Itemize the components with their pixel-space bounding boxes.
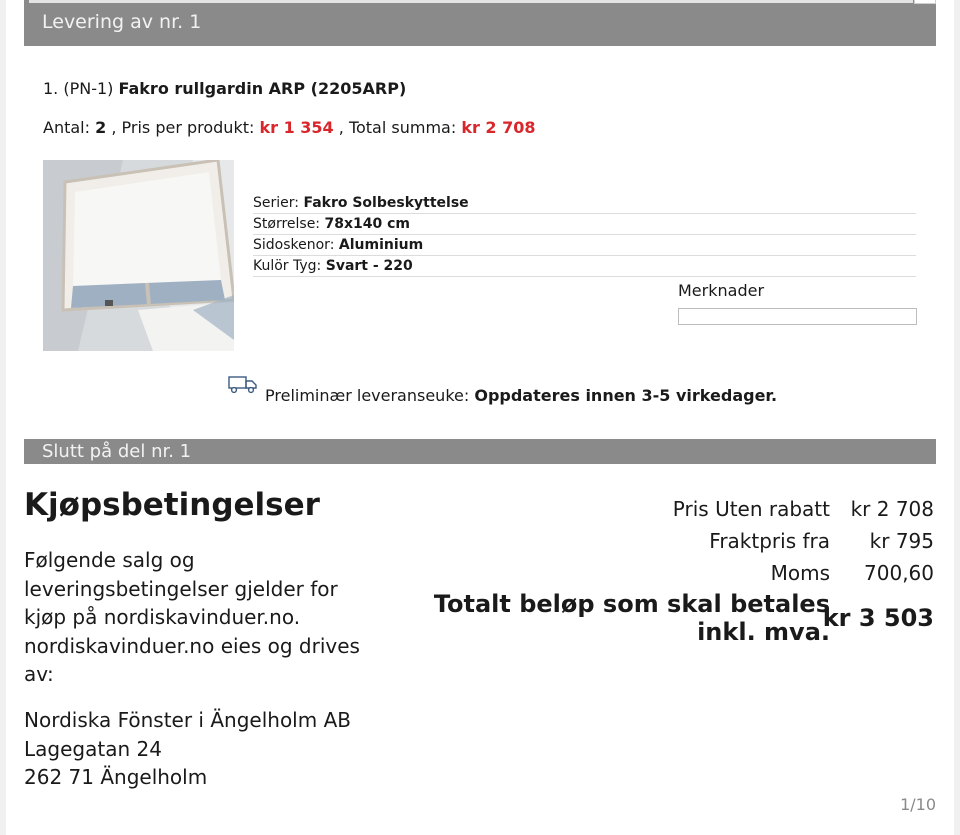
delivery-header-label: Levering av nr. 1 (42, 11, 202, 33)
grand-total-label: Totalt beløp som skal betales inkl. mva. (433, 590, 830, 646)
spec-label: Størrelse: (253, 216, 321, 232)
product-price-line: Antal: 2 , Pris per produkt: kr 1 354 , … (43, 118, 536, 137)
grand-total-value: kr 3 503 (822, 604, 934, 632)
spec-value: Aluminium (338, 237, 424, 253)
spec-value: 78x140 cm (324, 216, 410, 232)
qty-value: 2 (95, 118, 107, 137)
address-line: Lagegatan 24 (24, 736, 162, 761)
product-index: 1. (PN-1) (43, 79, 114, 98)
truck-icon (228, 376, 257, 394)
section-end-bar: Slutt på del nr. 1 (24, 439, 936, 464)
roof-window-blind-illustration (43, 160, 234, 351)
address-line: 262 71 Ängelholm (24, 765, 208, 789)
summary-value-shipping: kr 795 (869, 529, 934, 553)
delivery-estimate: Preliminær leveranseuke: Oppdateres inne… (265, 386, 777, 405)
notes-field[interactable] (678, 308, 917, 325)
spec-label: Serier: (253, 195, 299, 211)
notes-label: Merknader (678, 281, 765, 300)
price-label: , Pris per produkt: (111, 118, 255, 137)
scrollbar-thumb[interactable] (914, 0, 936, 4)
spec-label: Kulör Tyg: (253, 258, 322, 274)
spec-row: Størrelse: 78x140 cm (253, 214, 916, 235)
spec-value: Svart - 220 (325, 258, 413, 274)
product-name: Fakro rullgardin ARP (2205ARP) (118, 79, 407, 98)
delivery-label: Preliminær leveranseuke: (265, 386, 470, 405)
scroll-strip (29, 0, 913, 3)
product-specs: Serier: Fakro Solbeskyttelse Størrelse: … (253, 193, 916, 277)
summary-label-shipping: Fraktpris fra (709, 529, 830, 553)
company-address: Nordiska Fönster i Ängelholm AB Lagegata… (24, 706, 351, 792)
terms-text: Følgende salg og leveringsbetingelser gj… (24, 548, 360, 686)
qty-label: Antal: (43, 118, 90, 137)
order-page: Levering av nr. 1 1. (PN-1) Fakro rullga… (6, 0, 954, 835)
summary-value-subtotal: kr 2 708 (850, 497, 934, 521)
total-label: , Total summa: (338, 118, 457, 137)
spec-value: Fakro Solbeskyttelse (303, 195, 469, 211)
delivery-value: Oppdateres innen 3-5 virkedager. (474, 386, 778, 405)
line-total: kr 2 708 (461, 118, 536, 137)
product-image (43, 160, 234, 351)
summary-value-vat: 700,60 (864, 561, 934, 585)
address-line: Nordiska Fönster i Ängelholm AB (24, 708, 351, 732)
summary-label-vat: Moms (770, 561, 830, 585)
spec-label: Sidoskenor: (253, 237, 335, 253)
spec-row: Kulör Tyg: Svart - 220 (253, 256, 916, 277)
terms-heading: Kjøpsbetingelser (24, 487, 320, 523)
section-end-label: Slutt på del nr. 1 (42, 441, 192, 462)
page-counter: 1/10 (900, 795, 936, 814)
delivery-header-bar: Levering av nr. 1 (24, 0, 936, 46)
summary-label-subtotal: Pris Uten rabatt (672, 497, 830, 521)
spec-row: Serier: Fakro Solbeskyttelse (253, 193, 916, 214)
unit-price: kr 1 354 (259, 118, 334, 137)
product-title: 1. (PN-1) Fakro rullgardin ARP (2205ARP) (43, 79, 406, 98)
spec-row: Sidoskenor: Aluminium (253, 235, 916, 256)
